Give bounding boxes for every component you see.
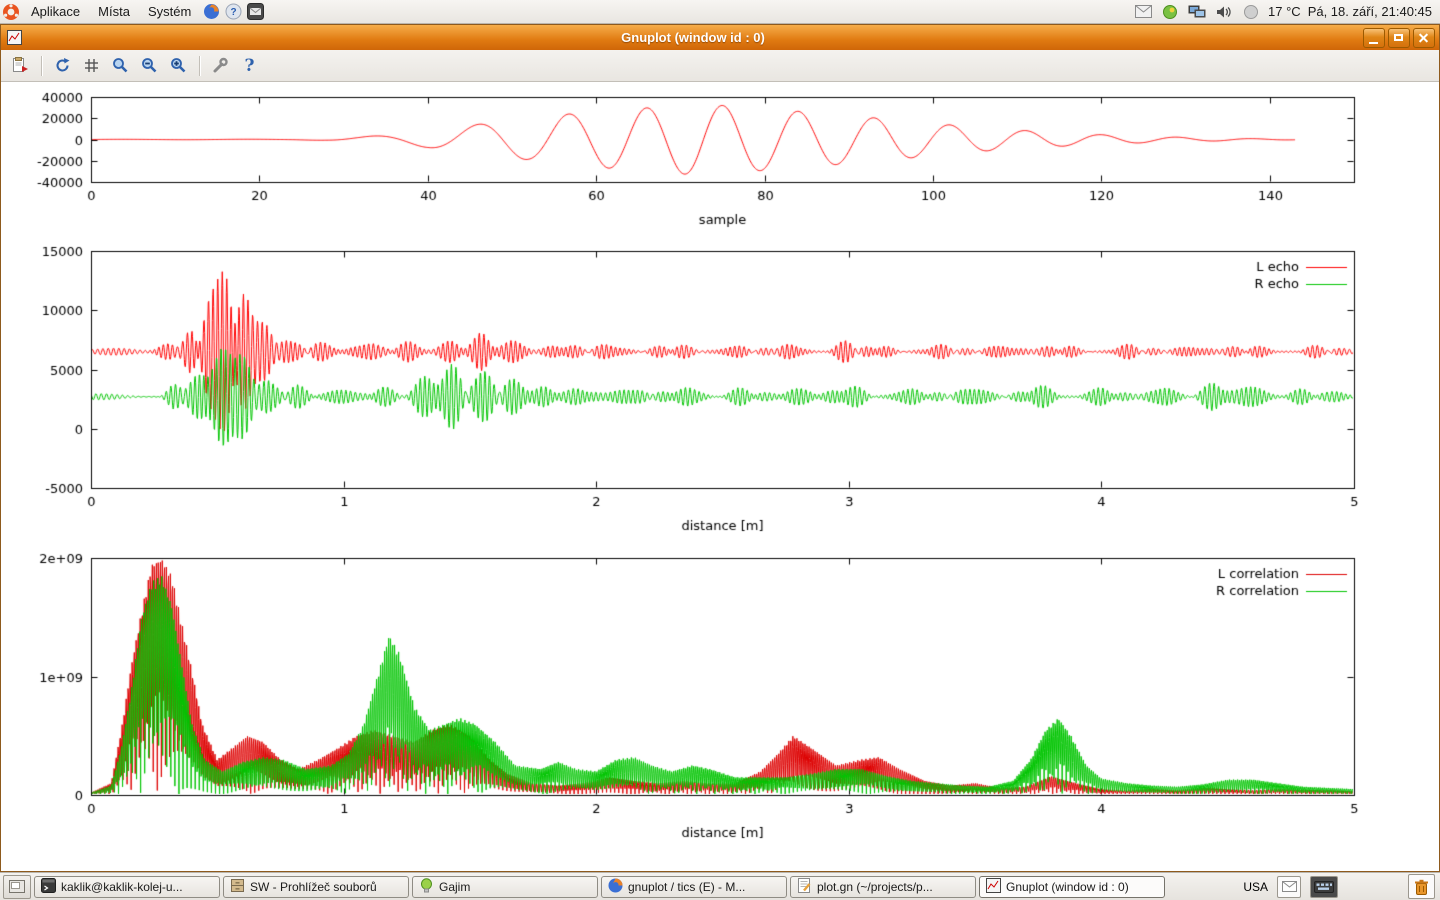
file-manager-icon [230, 878, 245, 896]
text-editor-icon [797, 878, 812, 896]
maximize-icon [1394, 34, 1403, 41]
configure-wrench-button[interactable] [208, 54, 233, 78]
gajim-icon [419, 878, 434, 896]
tray-display-icon[interactable] [1187, 2, 1207, 22]
keyboard-indicator-icon[interactable] [1310, 876, 1338, 898]
mail-launcher-icon[interactable] [244, 1, 266, 23]
svg-text:?: ? [230, 7, 236, 18]
window-title: Gnuplot (window id : 0) [23, 30, 1363, 45]
zoom-previous-button[interactable] [108, 54, 133, 78]
gnuplot-toolbar: ? [1, 50, 1439, 82]
zoom-out-button[interactable] [137, 54, 162, 78]
maximize-button[interactable] [1388, 28, 1410, 48]
task-button-file-manager[interactable]: SW - Prohlížeč souborů [223, 876, 409, 898]
menu-places[interactable]: Místa [89, 0, 139, 23]
help-button[interactable]: ? [237, 54, 262, 78]
show-desktop-button[interactable] [3, 875, 31, 899]
keyboard-layout-indicator[interactable]: USA [1243, 880, 1268, 894]
task-label: kaklik@kaklik-kolej-u... [61, 880, 183, 894]
gnuplot-window: Gnuplot (window id : 0) [0, 24, 1440, 872]
clock-applet[interactable]: Pá, 18. září, 21:40:45 [1308, 4, 1432, 19]
desktop: Aplikace Místa Systém ? [0, 0, 1440, 900]
help-launcher-icon[interactable]: ? [222, 1, 244, 23]
window-controls [1363, 28, 1435, 48]
toolbar-separator [199, 56, 200, 76]
copy-to-clipboard-button[interactable] [8, 54, 33, 78]
taskbar-right: USA [1243, 874, 1437, 899]
tray-session-icon[interactable] [1160, 2, 1180, 22]
task-label: gnuplot / tics (E) - M... [628, 880, 745, 894]
temperature-label[interactable]: 17 °C [1268, 4, 1301, 19]
weather-applet-icon[interactable] [1241, 2, 1261, 22]
chirp-signal-chart[interactable] [1, 82, 1439, 242]
task-label: plot.gn (~/projects/p... [817, 880, 933, 894]
task-label: Gnuplot (window id : 0) [1006, 880, 1129, 894]
task-button-terminal[interactable]: kaklik@kaklik-kolej-u... [34, 876, 220, 898]
ubuntu-menu-icon[interactable] [0, 1, 22, 23]
echo-chart[interactable] [1, 242, 1439, 542]
panel-tray: 17 °C Pá, 18. září, 21:40:45 [1133, 2, 1440, 22]
minimize-button[interactable] [1363, 28, 1385, 48]
close-button[interactable] [1413, 28, 1435, 48]
menu-applications[interactable]: Aplikace [22, 0, 89, 23]
terminal-icon [41, 878, 56, 896]
tray-mail-icon[interactable] [1133, 2, 1153, 22]
menu-system[interactable]: Systém [139, 0, 200, 23]
help-icon: ? [245, 56, 255, 76]
task-button-gajim[interactable]: Gajim [412, 876, 598, 898]
correlation-chart[interactable] [1, 542, 1439, 871]
task-label: Gajim [439, 880, 470, 894]
toolbar-separator [41, 56, 42, 76]
tray-volume-icon[interactable] [1214, 2, 1234, 22]
zoom-in-button[interactable] [166, 54, 191, 78]
task-button-text-editor[interactable]: plot.gn (~/projects/p... [790, 876, 976, 898]
minimize-icon [1369, 42, 1378, 44]
grid-toggle-button[interactable] [79, 54, 104, 78]
task-label: SW - Prohlížeč souborů [250, 880, 377, 894]
gnome-panel: Aplikace Místa Systém ? [0, 0, 1440, 24]
plot-area [1, 82, 1439, 871]
tray-mail-box-icon[interactable] [1277, 876, 1301, 898]
replot-refresh-button[interactable] [50, 54, 75, 78]
trash-applet-icon[interactable] [1408, 874, 1435, 899]
gnuplot-icon [986, 878, 1001, 896]
task-button-gnuplot[interactable]: Gnuplot (window id : 0) [979, 876, 1165, 898]
titlebar[interactable]: Gnuplot (window id : 0) [1, 25, 1439, 50]
task-button-firefox[interactable]: gnuplot / tics (E) - M... [601, 876, 787, 898]
firefox-launcher-icon[interactable] [200, 1, 222, 23]
firefox-icon [608, 878, 623, 896]
gnuplot-window-icon [5, 29, 23, 47]
taskbar: kaklik@kaklik-kolej-u... SW - Prohlížeč … [0, 872, 1440, 900]
